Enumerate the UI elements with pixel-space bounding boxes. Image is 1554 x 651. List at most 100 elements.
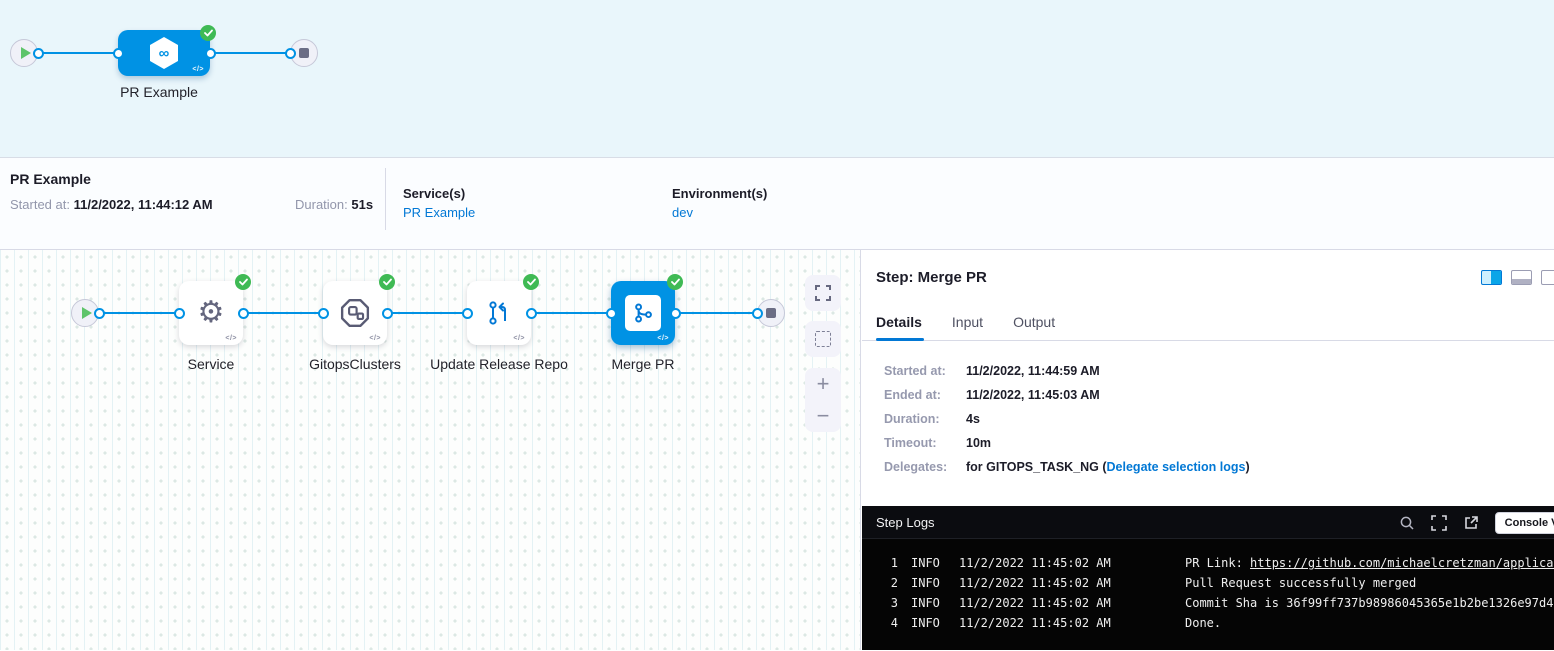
- bottom-fill: [1512, 279, 1531, 284]
- stage-graph-strip: ∞ </> PR Example: [0, 0, 1554, 158]
- connector-dot: [94, 308, 105, 319]
- panel-layout-switcher: [1481, 270, 1554, 285]
- environments-label: Environment(s): [672, 186, 767, 201]
- detail-label: Duration:: [884, 412, 940, 426]
- detail-row-duration: Duration: 4s: [862, 412, 1554, 436]
- execution-header: PR Example Started at: 11/2/2022, 11:44:…: [0, 158, 1554, 250]
- log-line: 4 INFO 11/2/2022 11:45:02 AM Done.: [862, 613, 1554, 633]
- step-tabs: Details Input Output: [876, 314, 1055, 340]
- header-divider: [385, 168, 386, 230]
- merge-pr-icon-box: [625, 295, 661, 331]
- log-message: Done.: [1185, 613, 1221, 633]
- connector-dot: [526, 308, 537, 319]
- step-success-badge: [379, 274, 395, 290]
- step-node-update-release-repo[interactable]: </>: [467, 281, 531, 345]
- check-icon: [383, 278, 392, 286]
- git-merge-icon: [632, 302, 654, 324]
- tabs-border: [862, 340, 1554, 341]
- stop-icon: [766, 308, 776, 318]
- zoom-in-button[interactable]: +: [817, 373, 830, 395]
- step-node-service[interactable]: ⚙ </>: [179, 281, 243, 345]
- detail-value: 11/2/2022, 11:45:03 AM: [966, 388, 1100, 402]
- detail-label: Started at:: [884, 364, 946, 378]
- started-at-label: Started at:: [10, 197, 70, 212]
- code-chip: </>: [657, 335, 669, 342]
- log-level: INFO: [911, 573, 953, 593]
- log-line: 3 INFO 11/2/2022 11:45:02 AM Commit Sha …: [862, 593, 1554, 613]
- check-icon: [239, 278, 248, 286]
- step-success-badge: [235, 274, 251, 290]
- connector-dot: [285, 48, 296, 59]
- step-success-badge: [667, 274, 683, 290]
- detail-label: Delegates:: [884, 460, 947, 474]
- connector-dot: [113, 48, 124, 59]
- stage-execution-canvas[interactable]: ⚙ </> Service </> GitopsClusters: [0, 250, 861, 650]
- console-view-button[interactable]: Console View: [1495, 512, 1554, 534]
- play-icon: [82, 307, 92, 319]
- open-in-new-icon[interactable]: [1463, 515, 1479, 531]
- zoom-out-button[interactable]: −: [817, 405, 830, 427]
- step-label-service: Service: [131, 354, 291, 374]
- log-viewer[interactable]: 1 INFO 11/2/2022 11:45:02 AM PR Link: ht…: [862, 539, 1554, 650]
- tab-input[interactable]: Input: [952, 314, 983, 340]
- svg-text:∞: ∞: [159, 45, 170, 62]
- detail-value: for GITOPS_TASK_NG (Delegate selection l…: [966, 460, 1250, 474]
- layout-bottom-icon[interactable]: [1511, 270, 1532, 285]
- delegates-suffix: ): [1245, 460, 1249, 474]
- stage-success-badge: [200, 25, 216, 41]
- connector-dot: [752, 308, 763, 319]
- code-chip: </>: [192, 66, 204, 73]
- pr-link[interactable]: https://github.com/michaelcretzman/appli…: [1250, 556, 1554, 570]
- log-timestamp: 11/2/2022 11:45:02 AM: [959, 573, 1145, 593]
- stage-label: PR Example: [84, 84, 234, 100]
- tab-details[interactable]: Details: [876, 314, 922, 340]
- expand-logs-icon[interactable]: [1431, 515, 1447, 531]
- split-fill: [1491, 271, 1501, 284]
- step-label-update-release-repo: Update Release Repo: [419, 354, 579, 374]
- started-at-value: 11/2/2022, 11:44:12 AM: [74, 197, 213, 212]
- canvas-fullscreen-button[interactable]: [805, 275, 841, 311]
- started-at: Started at: 11/2/2022, 11:44:12 AM: [10, 197, 213, 212]
- connector-dot: [33, 48, 44, 59]
- detail-row-started: Started at: 11/2/2022, 11:44:59 AM: [862, 364, 1554, 388]
- layout-split-right-icon[interactable]: [1481, 270, 1502, 285]
- detail-row-delegates: Delegates: for GITOPS_TASK_NG (Delegate …: [862, 460, 1554, 484]
- log-level: INFO: [911, 553, 953, 573]
- detail-row-ended: Ended at: 11/2/2022, 11:45:03 AM: [862, 388, 1554, 412]
- connector-dot: [462, 308, 473, 319]
- layout-right-icon[interactable]: [1541, 270, 1554, 285]
- code-chip: </>: [225, 335, 237, 342]
- duration-label: Duration:: [295, 197, 348, 212]
- step-node-merge-pr[interactable]: </>: [611, 281, 675, 345]
- connector-dot: [205, 48, 216, 59]
- execution-main: ⚙ </> Service </> GitopsClusters: [0, 250, 1554, 650]
- harness-gitops-icon: ∞: [148, 36, 180, 70]
- code-chip: </>: [513, 335, 525, 342]
- fullscreen-icon: [815, 285, 831, 301]
- pipeline-title: PR Example: [10, 171, 91, 187]
- log-message: PR Link: https://github.com/michaelcretz…: [1185, 553, 1554, 573]
- canvas-zoom-control: + −: [805, 368, 841, 432]
- log-message: Pull Request successfully merged: [1185, 573, 1416, 593]
- gitops-clusters-icon: [340, 298, 370, 328]
- environments-link[interactable]: dev: [672, 205, 693, 220]
- connector-dot: [174, 308, 185, 319]
- canvas-selection-button[interactable]: [805, 321, 841, 357]
- connector-dot: [238, 308, 249, 319]
- log-line: 1 INFO 11/2/2022 11:45:02 AM PR Link: ht…: [862, 553, 1554, 573]
- tab-output[interactable]: Output: [1013, 314, 1055, 340]
- step-label-gitopsclusters: GitopsClusters: [275, 354, 435, 374]
- stage-node-pr-example[interactable]: ∞ </>: [118, 30, 210, 76]
- services-link[interactable]: PR Example: [403, 205, 475, 220]
- detail-label: Timeout:: [884, 436, 937, 450]
- log-message: Commit Sha is 36f99ff737b98986045365e1b2…: [1185, 593, 1554, 613]
- step-logs-title: Step Logs: [876, 515, 935, 530]
- step-node-gitopsclusters[interactable]: </>: [323, 281, 387, 345]
- marquee-icon: [815, 331, 831, 347]
- detail-value: 10m: [966, 436, 991, 450]
- connector-dot: [382, 308, 393, 319]
- check-icon: [527, 278, 536, 286]
- log-timestamp: 11/2/2022 11:45:02 AM: [959, 593, 1145, 613]
- search-icon[interactable]: [1399, 515, 1415, 531]
- delegate-selection-logs-link[interactable]: Delegate selection logs: [1107, 460, 1246, 474]
